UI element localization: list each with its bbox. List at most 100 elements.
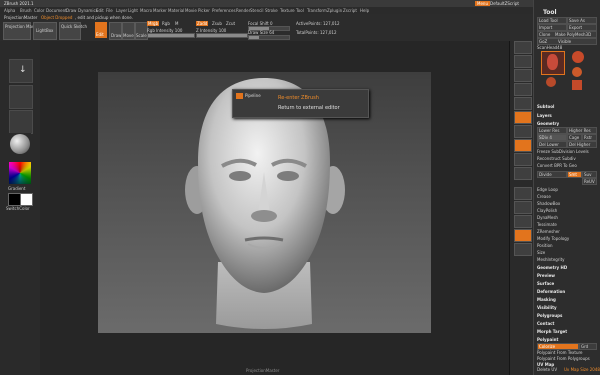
draw-mode-button[interactable]: Draw	[109, 22, 122, 40]
zcut-toggle[interactable]: Zcut	[226, 21, 235, 26]
spix-button[interactable]	[514, 55, 532, 68]
grd-toggle[interactable]: Grd	[579, 343, 597, 350]
uv-map-size-slider[interactable]: Uv Map Size 2048	[564, 367, 600, 372]
menu-movie[interactable]: Movie	[185, 8, 197, 13]
return-to-editor-item[interactable]: Return to external editor	[278, 105, 340, 111]
menu-preferences[interactable]: Preferences	[212, 8, 236, 13]
section-polypaint[interactable]: Polypaint	[537, 337, 558, 342]
suv-toggle[interactable]: Suv	[582, 171, 597, 178]
edit-mode-button[interactable]: Edit	[95, 22, 107, 38]
section-visibility[interactable]: Visibility	[537, 305, 557, 310]
zoom3d-button[interactable]	[514, 215, 532, 228]
rgb-toggle[interactable]: Rgb	[162, 21, 170, 26]
menu-zplugin[interactable]: Zplugin	[327, 8, 342, 13]
move-mode-button[interactable]: Move	[122, 22, 135, 40]
default-zscript-button[interactable]: DefaultZScript	[490, 1, 519, 6]
bpr-button[interactable]	[514, 41, 532, 54]
section-deformation[interactable]: Deformation	[537, 289, 565, 294]
menu-material[interactable]: Material	[168, 8, 184, 13]
brush-slot[interactable]: ↓	[9, 59, 33, 83]
current-tool-thumb[interactable]	[541, 51, 565, 75]
section-meshintegrity[interactable]: MeshIntegrity	[537, 257, 565, 262]
smt-toggle[interactable]: Smt	[567, 171, 582, 178]
save-as-button[interactable]: Save As	[567, 17, 597, 24]
menu-macro[interactable]: Macro	[140, 8, 152, 13]
quick-sketch-button[interactable]: Quick Sketch	[59, 22, 87, 40]
section-masking[interactable]: Masking	[537, 297, 556, 302]
menu-stroke[interactable]: Stroke	[265, 8, 278, 13]
divide-button[interactable]: Divide	[537, 171, 567, 178]
menu-edit[interactable]: Edit	[96, 8, 104, 13]
goz-row[interactable]: GoZ Visible	[537, 38, 597, 45]
menu-brush[interactable]: Brush	[20, 8, 32, 13]
gradient-label[interactable]: Gradient	[8, 186, 25, 191]
del-higher-button[interactable]: Del Higher	[567, 141, 597, 148]
convert-bpr-button[interactable]: Convert BPR To Geo	[537, 163, 577, 168]
reuv-button[interactable]: ReUV	[582, 178, 597, 185]
section-layers[interactable]: Layers	[537, 113, 552, 118]
material-slot[interactable]	[9, 133, 31, 155]
delete-uv-button[interactable]: Delete UV	[537, 367, 557, 372]
cage-button[interactable]: Cage	[567, 134, 582, 141]
section-crease[interactable]: Crease	[537, 194, 551, 199]
menu-render[interactable]: Render	[236, 8, 250, 13]
menu-file[interactable]: File	[106, 8, 113, 13]
menu-stencil[interactable]: Stencil	[250, 8, 264, 13]
section-morph-target[interactable]: Morph Target	[537, 329, 567, 334]
z-intensity-slider[interactable]	[196, 33, 248, 38]
colorize-toggle[interactable]: Colorize	[537, 343, 579, 350]
stroke-slot[interactable]	[9, 85, 33, 109]
zsub-toggle[interactable]: Zsub	[212, 21, 222, 26]
alpha-slot[interactable]	[9, 110, 33, 134]
switch-color-label[interactable]: SwitchColor	[6, 206, 30, 211]
section-preview[interactable]: Preview	[537, 273, 555, 278]
scroll-button[interactable]	[514, 69, 532, 82]
section-size[interactable]: Size	[537, 250, 545, 255]
section-zremesher[interactable]: ZRemesher	[537, 229, 560, 234]
menu-document[interactable]: Document	[46, 8, 67, 13]
section-edge-loop[interactable]: Edge Loop	[537, 187, 558, 192]
projection-master-button[interactable]: Projection Master	[3, 22, 40, 40]
section-claypolish[interactable]: ClayPolish	[537, 208, 557, 213]
del-lower-button[interactable]: Del Lower	[537, 141, 567, 148]
rstr-button[interactable]: Rstr	[582, 134, 597, 141]
section-subtool[interactable]: Subtool	[537, 104, 554, 109]
polyf-button[interactable]	[514, 243, 532, 256]
section-shadowbox[interactable]: ShadowBox	[537, 201, 560, 206]
polypaint-from-polygroups-button[interactable]: Polypaint From Polygroups	[537, 356, 590, 361]
export-button[interactable]: Export	[567, 24, 597, 31]
m-toggle[interactable]: M	[175, 21, 178, 26]
reconstruct-subdiv-button[interactable]: Reconstruct Subdiv	[537, 156, 576, 161]
menu-draw[interactable]: Draw	[66, 8, 76, 13]
secondary-color-swatch[interactable]	[20, 193, 33, 206]
move-view-button[interactable]	[514, 201, 532, 214]
mrgb-toggle[interactable]: Mrgb	[147, 21, 160, 26]
rotate-view-button[interactable]	[514, 229, 532, 242]
section-position[interactable]: Position	[537, 243, 553, 248]
section-geometry-hd[interactable]: Geometry HD	[537, 265, 567, 270]
load-tool-button[interactable]: Load Tool	[537, 17, 567, 24]
sphere3d-thumb[interactable]	[572, 67, 582, 77]
menu-tool[interactable]: Tool	[296, 8, 304, 13]
menu-texture[interactable]: Texture	[280, 8, 295, 13]
local-button[interactable]	[514, 139, 532, 152]
cylinder3d-thumb[interactable]	[546, 77, 556, 87]
zoom-button[interactable]	[514, 83, 532, 96]
lower-res-button[interactable]: Lower Res	[537, 127, 567, 134]
persp-button[interactable]	[514, 111, 532, 124]
section-geometry[interactable]: Geometry	[537, 121, 559, 126]
actual-button[interactable]	[514, 97, 532, 110]
section-contact[interactable]: Contact	[537, 321, 554, 326]
clone-polymesh-row[interactable]: Clone Make PolyMesh3D	[537, 31, 597, 38]
menu-light[interactable]: Light	[128, 8, 138, 13]
cube3d-thumb[interactable]	[572, 51, 584, 63]
lightbox-button[interactable]: LightBox	[33, 22, 57, 40]
menu-transform[interactable]: Transform	[307, 8, 327, 13]
higher-res-button[interactable]: Higher Res	[567, 127, 597, 134]
sdiv-slider[interactable]: SDiv 4	[537, 134, 567, 141]
rgb-intensity-slider[interactable]	[147, 33, 195, 38]
menu-color[interactable]: Color	[34, 8, 44, 13]
polypaint-from-texture-button[interactable]: Polypaint From Texture	[537, 350, 583, 355]
xyz-button[interactable]	[514, 167, 532, 180]
color-picker[interactable]	[9, 162, 31, 184]
